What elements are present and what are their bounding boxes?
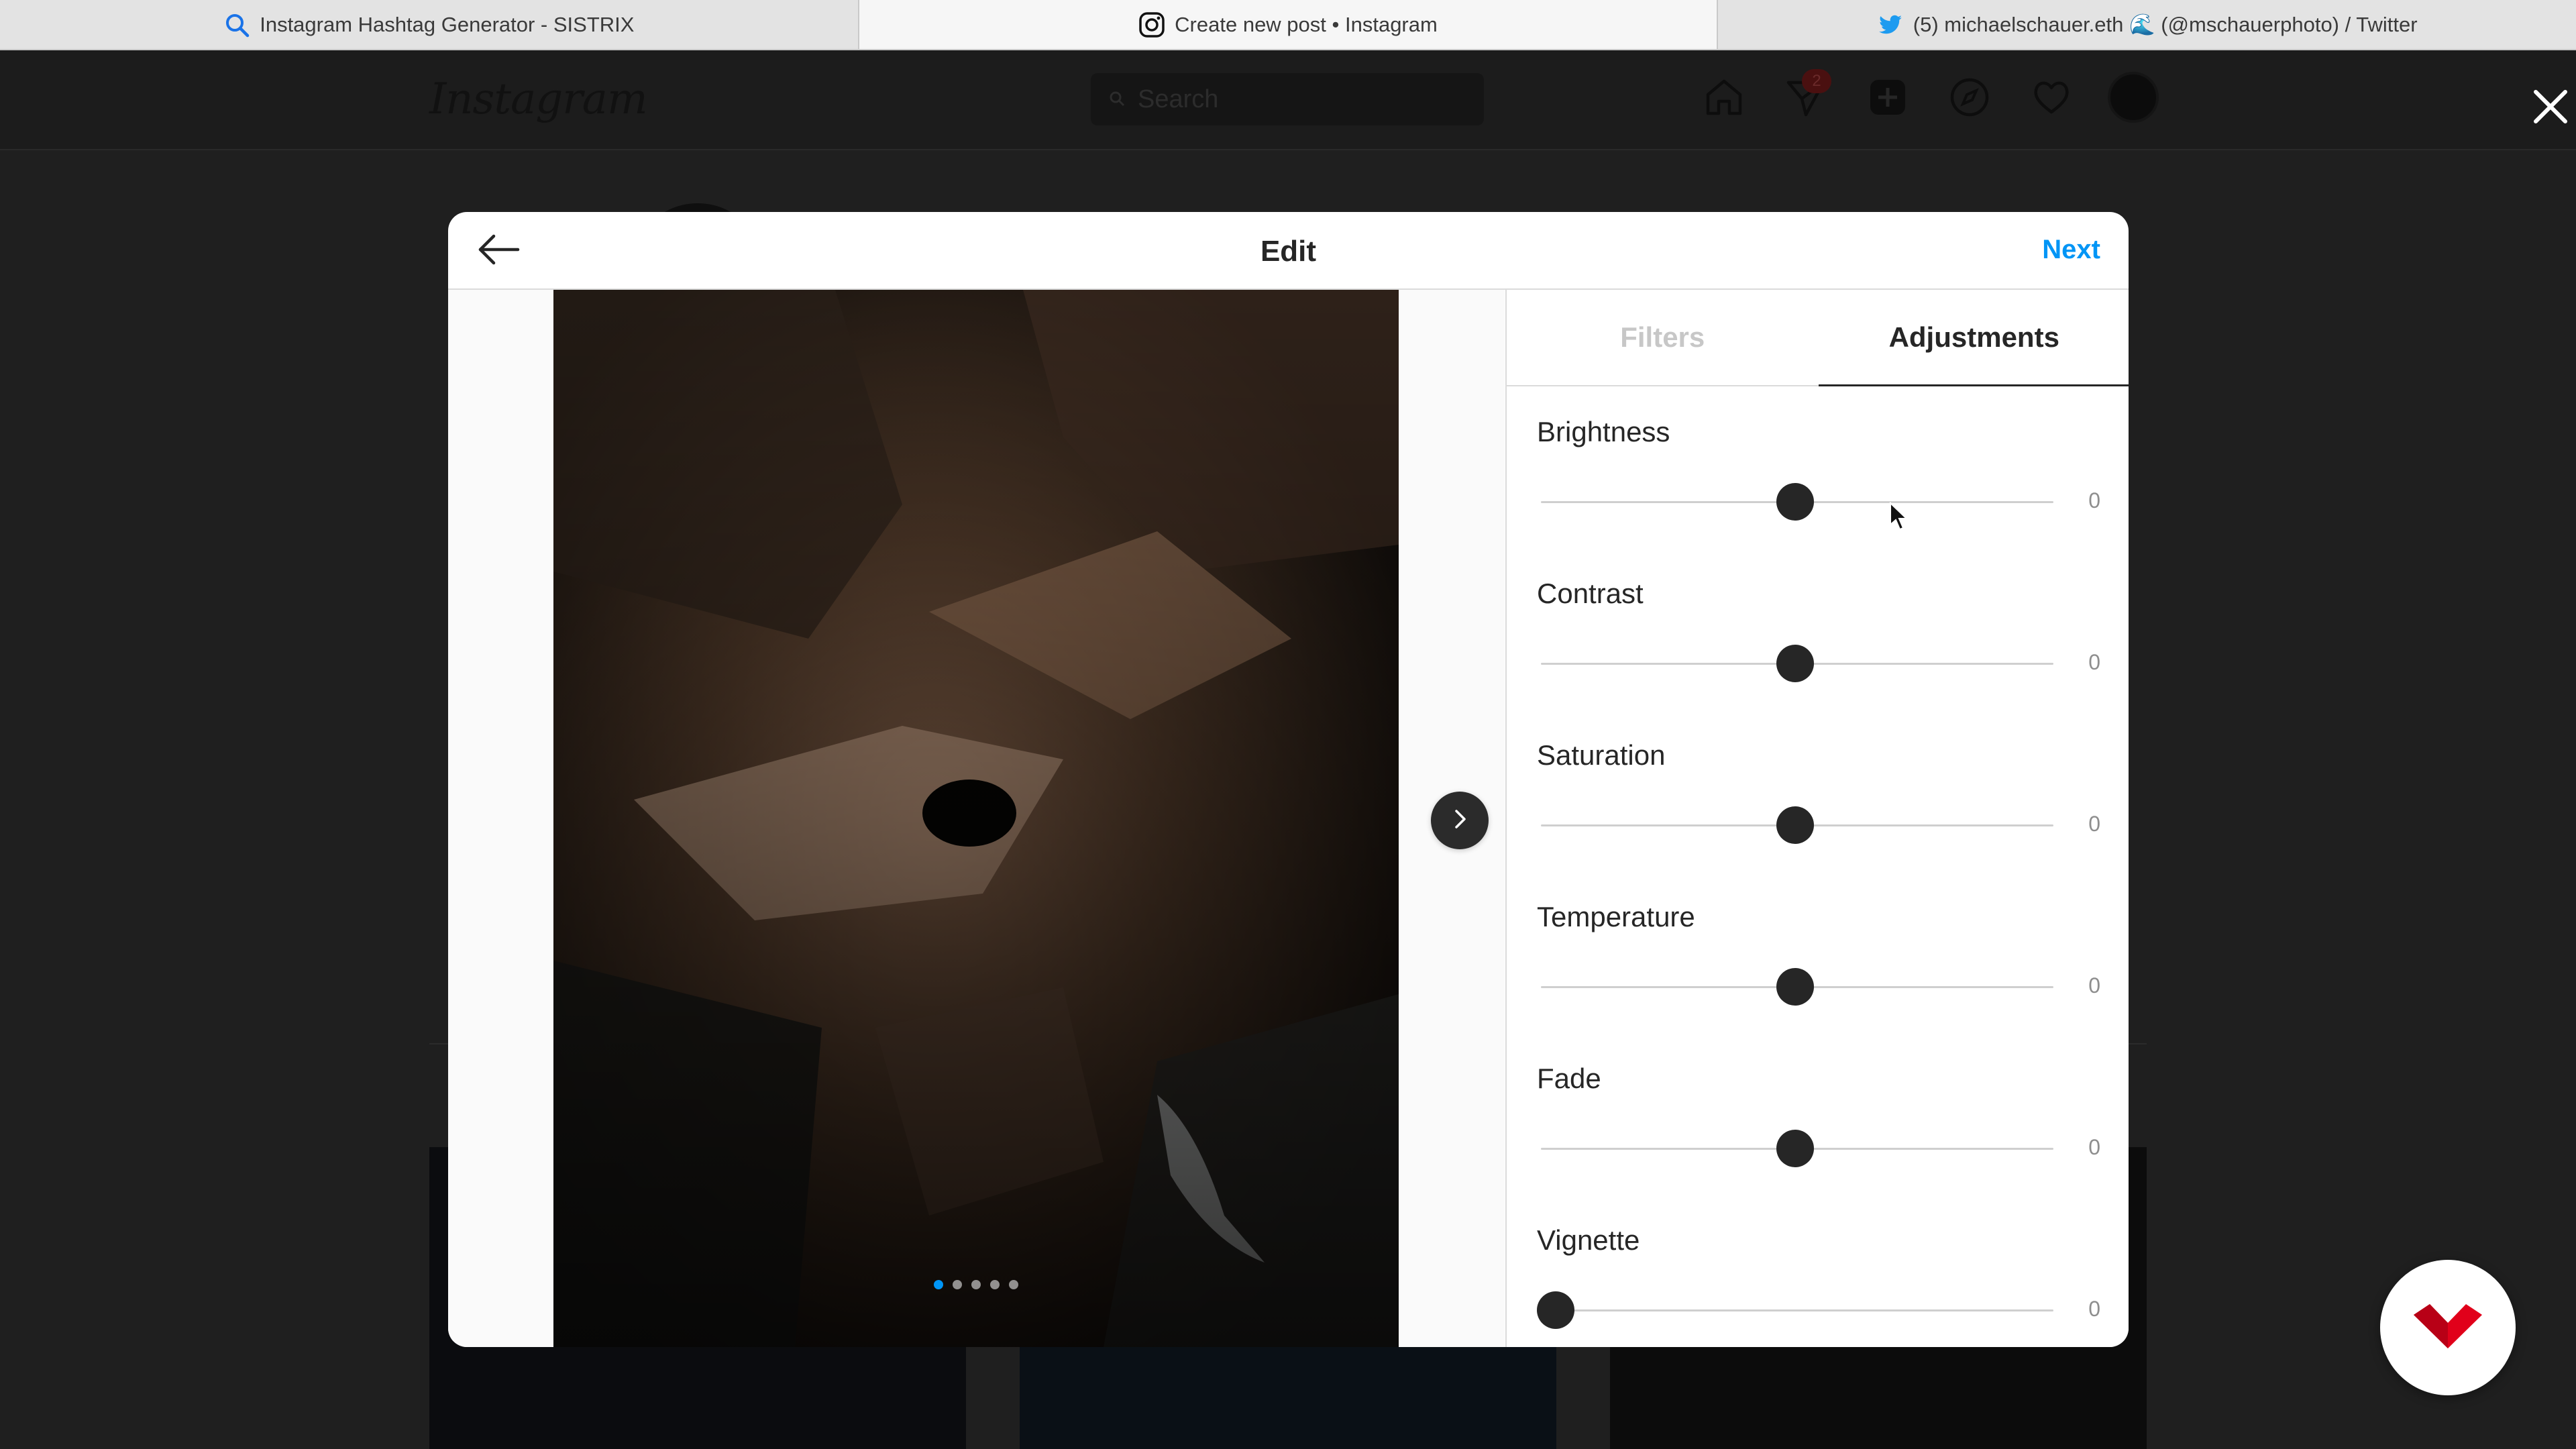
adjustment-label: Contrast: [1537, 578, 1644, 609]
twitter-icon: [1877, 11, 1904, 38]
tab-adjustments[interactable]: Adjustments: [1818, 290, 2129, 386]
search-icon: [223, 11, 250, 38]
adjustment-value: 0: [2088, 1135, 2100, 1159]
edit-dialog: Edit Next Filters Adjustments Brightness…: [448, 212, 2129, 1347]
new-post-icon[interactable]: [1861, 70, 1915, 124]
direct-icon[interactable]: 2: [1779, 69, 1833, 124]
adjustments-panel: Filters Adjustments Brightness 0 Contras…: [1505, 290, 2129, 1347]
slider-thumb[interactable]: [1776, 968, 1814, 1006]
adjustment-value: 0: [2088, 488, 2100, 513]
temperature-slider[interactable]: [1537, 968, 2053, 1006]
adjustment-brightness: Brightness 0: [1537, 416, 2100, 577]
browser-tab-bar: Instagram Hashtag Generator - SISTRIX Cr…: [0, 0, 2576, 50]
adjustment-label: Fade: [1537, 1063, 1601, 1094]
carousel-dot: [953, 1280, 962, 1289]
slider-thumb[interactable]: [1776, 1130, 1814, 1167]
instagram-top-nav: Instagram Search 2: [0, 50, 2576, 150]
brand-logo-icon: [2411, 1303, 2485, 1353]
carousel-indicator: [553, 1280, 1399, 1289]
chevron-right-icon: [1446, 806, 1473, 836]
saturation-slider[interactable]: [1537, 806, 2053, 844]
slider-thumb[interactable]: [1537, 1291, 1574, 1329]
browser-tab-twitter[interactable]: (5) michaelschauer.eth 🌊 (@mschauerphoto…: [1718, 0, 2576, 49]
brand-logo-button[interactable]: [2380, 1260, 2516, 1395]
carousel-dot: [934, 1280, 943, 1289]
adjustment-value: 0: [2088, 812, 2100, 836]
adjustment-contrast: Contrast 0: [1537, 578, 2100, 739]
adjustment-vignette: Vignette 0: [1537, 1224, 2100, 1347]
browser-tab-title: (5) michaelschauer.eth 🌊 (@mschauerphoto…: [1913, 13, 2418, 36]
search-icon: [1108, 85, 1126, 114]
profile-avatar[interactable]: [2106, 70, 2160, 124]
activity-icon[interactable]: [2025, 70, 2078, 124]
adjustment-fade: Fade 0: [1537, 1063, 2100, 1224]
browser-tab-sistrix[interactable]: Instagram Hashtag Generator - SISTRIX: [0, 0, 859, 49]
photo-preview: [553, 290, 1399, 1347]
carousel-dot: [1009, 1280, 1018, 1289]
slider-thumb[interactable]: [1776, 806, 1814, 844]
vignette-slider[interactable]: [1537, 1291, 2053, 1329]
adjustment-value: 0: [2088, 1297, 2100, 1321]
instagram-icon: [1138, 11, 1165, 38]
close-icon[interactable]: [2529, 85, 2572, 128]
home-icon[interactable]: [1697, 70, 1751, 124]
next-button[interactable]: Next: [2042, 235, 2100, 265]
slider-thumb[interactable]: [1776, 483, 1814, 521]
explore-icon[interactable]: [1943, 70, 1996, 124]
adjustment-label: Vignette: [1537, 1224, 1640, 1256]
search-input[interactable]: Search: [1091, 73, 1484, 125]
notification-badge: 2: [1802, 69, 1831, 93]
slider-track: [1541, 1309, 2053, 1311]
media-preview-area: [448, 290, 1505, 1347]
adjustment-temperature: Temperature 0: [1537, 901, 2100, 1062]
slider-thumb[interactable]: [1776, 645, 1814, 682]
tab-filters[interactable]: Filters: [1507, 290, 1819, 385]
adjustment-value: 0: [2088, 973, 2100, 998]
browser-tab-title: Instagram Hashtag Generator - SISTRIX: [260, 12, 635, 36]
dialog-header: Edit Next: [448, 212, 2129, 290]
browser-tab-instagram[interactable]: Create new post • Instagram: [859, 0, 1719, 49]
mouse-cursor-icon: [1889, 501, 1909, 531]
edit-tabs: Filters Adjustments: [1507, 290, 2129, 386]
dialog-title: Edit: [1260, 235, 1317, 268]
adjustment-label: Saturation: [1537, 739, 1666, 771]
instagram-logo: Instagram: [429, 74, 648, 124]
next-photo-button[interactable]: [1431, 792, 1489, 849]
carousel-dot: [971, 1280, 981, 1289]
search-placeholder: Search: [1138, 85, 1219, 113]
adjustment-label: Temperature: [1537, 901, 1695, 932]
brightness-slider[interactable]: [1537, 483, 2053, 521]
contrast-slider[interactable]: [1537, 645, 2053, 682]
adjustment-label: Brightness: [1537, 416, 1670, 447]
browser-tab-title: Create new post • Instagram: [1175, 12, 1438, 36]
fade-slider[interactable]: [1537, 1130, 2053, 1167]
adjustment-value: 0: [2088, 650, 2100, 674]
adjustment-saturation: Saturation 0: [1537, 739, 2100, 900]
carousel-dot: [990, 1280, 1000, 1289]
